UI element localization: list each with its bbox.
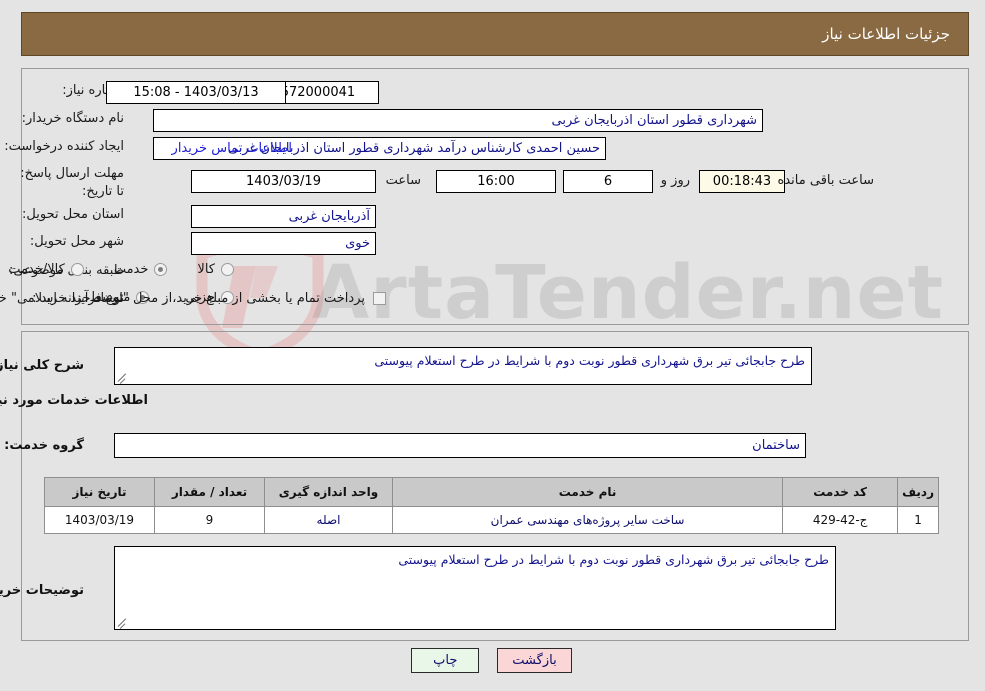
category-radio-2[interactable]	[71, 263, 85, 276]
deadline-label: مهلت ارسال پاسخ: تا تاریخ:	[21, 166, 125, 199]
service-group-value[interactable]: ساختمان	[115, 433, 807, 458]
treasury-checkbox-wrap[interactable]: پرداخت تمام یا بخشی از مبلغ خرید،از محل …	[0, 291, 387, 306]
treasury-checkbox[interactable]	[374, 292, 387, 305]
days-value: 6	[564, 170, 654, 193]
category-label-1: خدمت	[114, 262, 150, 277]
print-button[interactable]: چاپ	[412, 648, 481, 673]
cell-unit: اصله	[265, 506, 394, 534]
back-button[interactable]: بازگشت	[498, 648, 573, 673]
deadline-date-value: 1403/03/19	[192, 170, 377, 193]
need-info-panel	[22, 68, 970, 325]
page-header-bar: جزئیات اطلاعات نیاز	[22, 12, 970, 56]
table-row: 1 ج-42-429 ساخت سایر پروژه‌های مهندسی عمرا…	[45, 506, 940, 534]
col-service-name: نام خدمت	[392, 477, 785, 507]
province-label: استان محل تحویل:	[23, 207, 125, 222]
cell-service-name: ساخت سایر پروژه‌های مهندسی عمران	[392, 506, 785, 534]
category-radio-1[interactable]	[155, 263, 169, 276]
province-label-wrap: استان محل تحویل:	[23, 206, 125, 224]
col-service-code: کد خدمت	[783, 477, 900, 507]
buyer-notes-value: طرح جابجائی تیر برق شهرداری قطور نوبت دو…	[399, 552, 830, 567]
countdown-value: 00:18:43	[700, 170, 786, 193]
buyer-org-label-wrap: نام دستگاه خریدار:	[23, 110, 125, 128]
remaining-label: ساعت باقی مانده	[778, 173, 875, 188]
hour-label: ساعت	[386, 173, 422, 188]
services-section-title: اطلاعات خدمات مورد نیاز	[0, 393, 149, 408]
services-table: ردیف کد خدمت نام خدمت واحد اندازه گیری ت…	[45, 477, 940, 534]
creator-label: ایجاد کننده درخواست:	[5, 139, 125, 154]
general-desc-value: طرح جابجائی تیر برق شهرداری قطور نوبت دو…	[375, 353, 806, 368]
province-value: آذربایجان غربی	[192, 205, 377, 228]
city-value: خوی	[192, 232, 377, 255]
general-desc-textarea[interactable]: طرح جابجائی تیر برق شهرداری قطور نوبت دو…	[115, 347, 813, 385]
col-quantity: تعداد / مقدار	[155, 477, 266, 507]
category-radio-group[interactable]: کالا خدمت کالا/خدمت	[9, 262, 235, 277]
buyer-notes-label: توضیحات خریدار:	[0, 583, 85, 598]
col-row-no: ردیف	[898, 477, 940, 507]
service-group-label: گروه خدمت:	[5, 438, 85, 453]
public-announce-value: 15:08 - 1403/03/13	[107, 81, 287, 104]
hour-value: 16:00	[437, 170, 557, 193]
cell-need-date: 1403/03/19	[45, 506, 156, 534]
table-header-row: ردیف کد خدمت نام خدمت واحد اندازه گیری ت…	[45, 477, 940, 507]
category-option-0[interactable]: کالا	[198, 262, 235, 277]
cell-quantity: 9	[155, 506, 266, 534]
footer-button-row: بازگشت چاپ	[0, 648, 985, 673]
category-label-0: کالا	[198, 262, 216, 277]
col-unit: واحد اندازه گیری	[265, 477, 394, 507]
buyer-org-label: نام دستگاه خریدار:	[22, 111, 125, 126]
general-desc-label: شرح کلی نیاز:	[0, 358, 85, 373]
resize-grip-icon-2	[118, 617, 129, 629]
category-radio-0[interactable]	[222, 263, 235, 276]
days-and-label: روز و	[661, 173, 691, 188]
creator-label-wrap: ایجاد کننده درخواست:	[5, 138, 125, 156]
buyer-contact-link[interactable]: اطلاعات تماس خریدار	[173, 141, 293, 156]
page-title: جزئیات اطلاعات نیاز	[823, 25, 951, 43]
city-label: شهر محل تحویل:	[30, 234, 125, 249]
treasury-checkbox-label: پرداخت تمام یا بخشی از مبلغ خرید،از محل …	[0, 291, 366, 306]
buyer-notes-textarea[interactable]: طرح جابجائی تیر برق شهرداری قطور نوبت دو…	[115, 546, 837, 630]
cell-service-code: ج-42-429	[783, 506, 900, 534]
cell-row-no: 1	[898, 506, 940, 534]
deadline-label-wrap: مهلت ارسال پاسخ: تا تاریخ:	[15, 165, 125, 200]
category-option-1[interactable]: خدمت	[115, 262, 169, 277]
resize-grip-icon	[118, 372, 129, 384]
page-root: ArtaTender.net جزئیات اطلاعات نیاز شماره…	[0, 0, 985, 691]
col-need-date: تاریخ نیاز	[45, 477, 156, 507]
buyer-org-value: شهرداری قطور استان اذربایجان غربی	[154, 109, 764, 132]
city-label-wrap: شهر محل تحویل:	[31, 233, 125, 251]
category-option-2[interactable]: کالا/خدمت	[9, 262, 85, 277]
category-label-2: کالا/خدمت	[9, 262, 66, 277]
